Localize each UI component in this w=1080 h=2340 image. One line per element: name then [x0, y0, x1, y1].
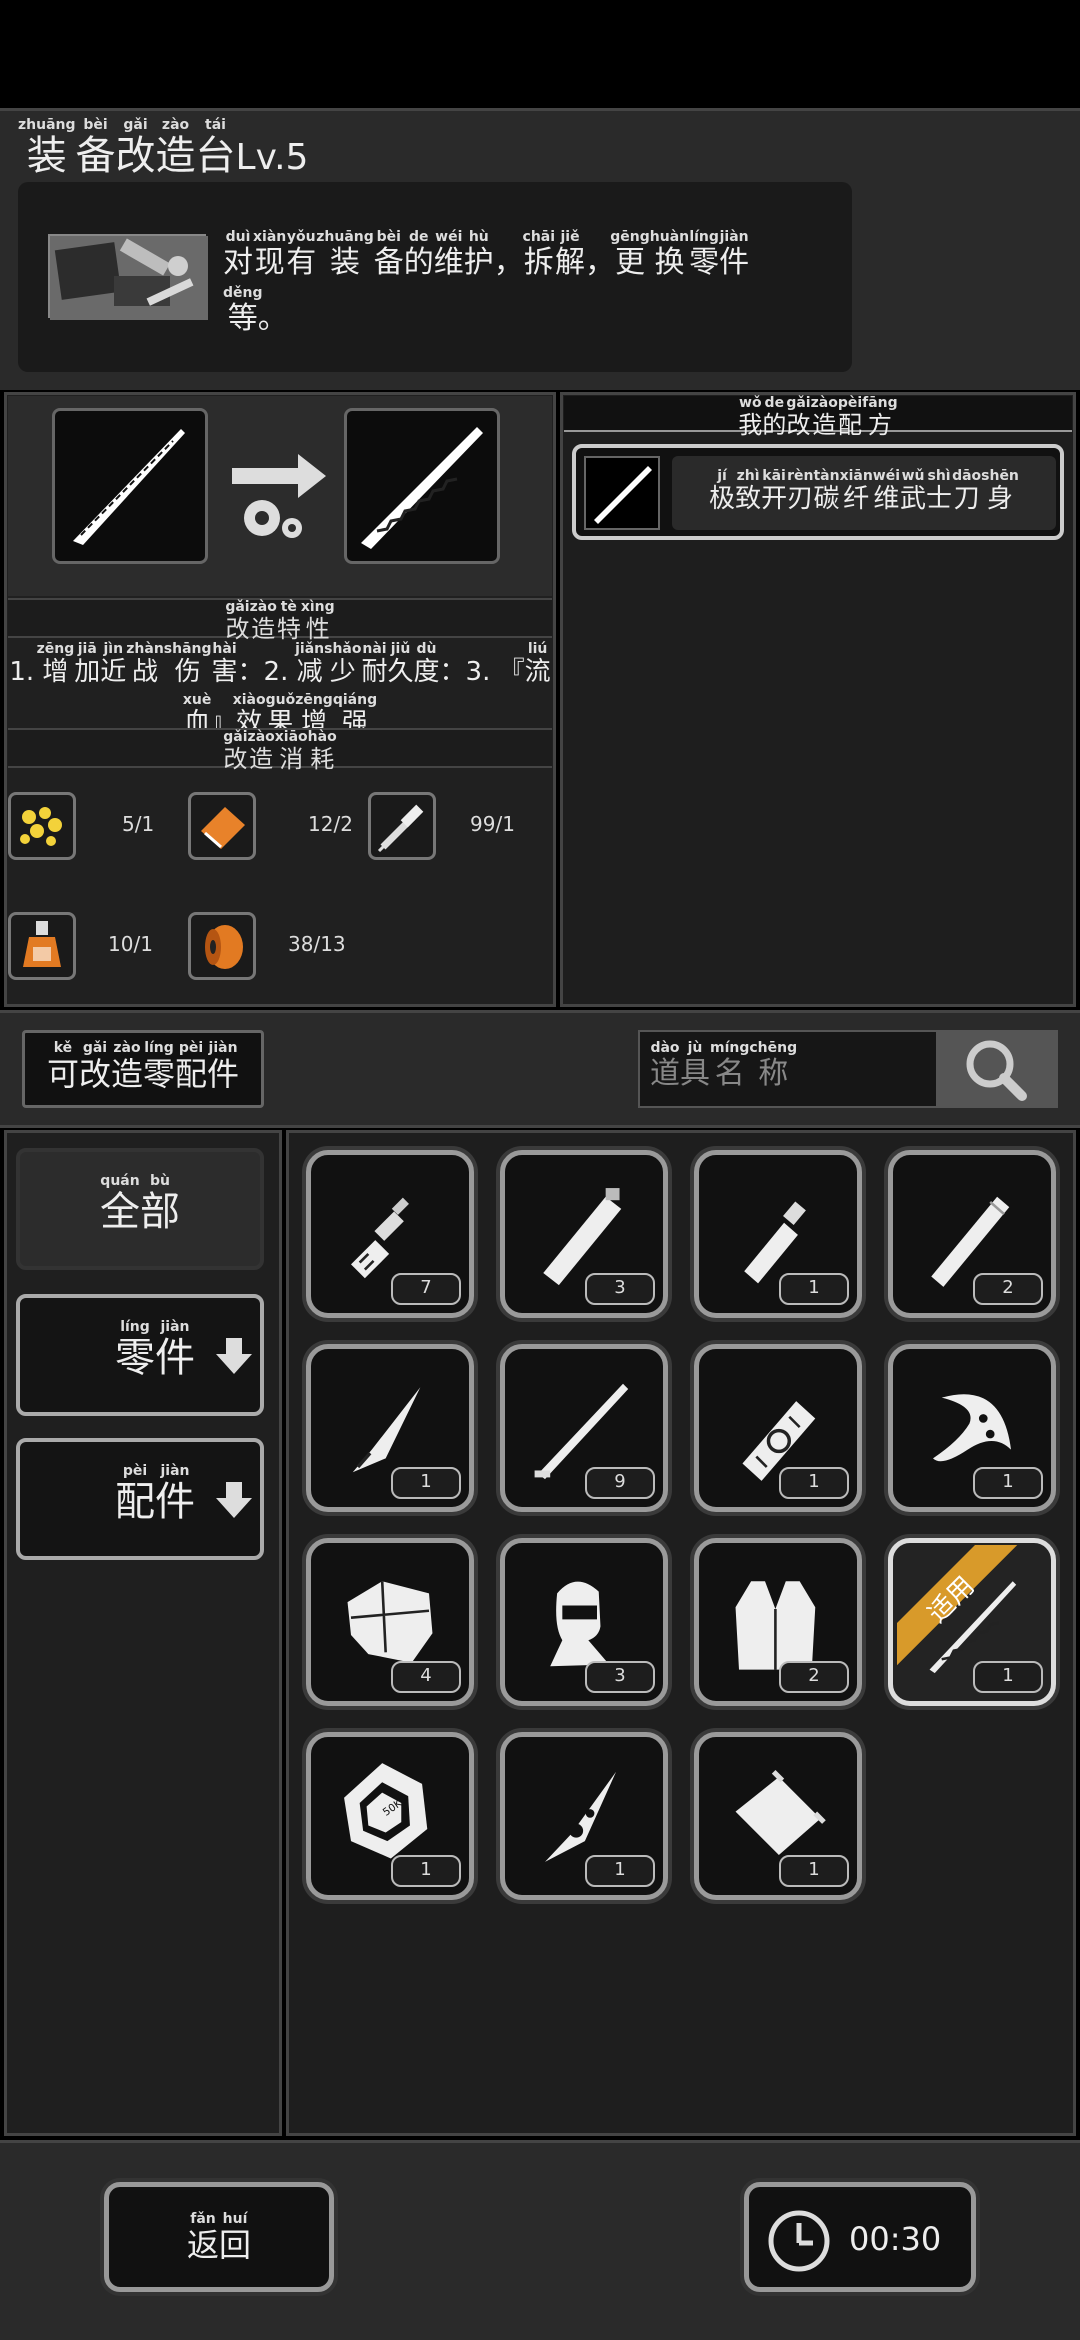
inventory-item[interactable]: 2	[694, 1538, 862, 1706]
category-label: 零líng件jiàn	[115, 1319, 195, 1381]
inventory-item[interactable]: 1	[500, 1732, 668, 1900]
category-accessories[interactable]: 配pèi件jiàn	[16, 1438, 264, 1560]
cost-value: 38/13	[288, 932, 346, 956]
recipe-blade-icon	[584, 456, 660, 530]
orange-book-icon	[188, 792, 256, 860]
item-count: 3	[585, 1661, 655, 1693]
category-all[interactable]: 全quán部bù	[16, 1148, 264, 1270]
inventory-item[interactable]: 1 适用	[888, 1538, 1056, 1706]
item-count: 2	[973, 1273, 1043, 1305]
item-count: 7	[391, 1273, 461, 1305]
inventory-item[interactable]: 1	[306, 1344, 474, 1512]
search-input[interactable]: 道dào具jù名míng称chēng	[638, 1030, 938, 1108]
category-label: 配pèi件jiàn	[115, 1463, 195, 1525]
gold-nuggets-icon	[8, 792, 76, 860]
inventory-item[interactable]: 9	[500, 1344, 668, 1512]
item-count: 1	[779, 1273, 849, 1305]
inventory-item[interactable]: 1	[694, 1150, 862, 1318]
category-parts[interactable]: 零líng件jiàn	[16, 1294, 264, 1416]
recipe-item[interactable]: 极jí致zhì开kāi刃rèn碳tàn纤xiān维wéi武wǔ士shì刀dāo身…	[572, 444, 1064, 540]
workbench-icon	[48, 234, 208, 320]
katana-blade-icon	[73, 429, 185, 545]
potion-bottle-icon	[8, 912, 76, 980]
arrow-down-icon	[214, 1336, 254, 1380]
upgraded-blade-icon	[361, 427, 483, 549]
item-count: 4	[391, 1661, 461, 1693]
item-count: 3	[585, 1273, 655, 1305]
item-count: 1	[779, 1467, 849, 1499]
arrow-down-icon	[214, 1480, 254, 1524]
item-count: 1	[779, 1855, 849, 1887]
inventory-item[interactable]: 2	[888, 1150, 1056, 1318]
inventory-item[interactable]: 1	[888, 1344, 1056, 1512]
recipe-title: 我wǒ的de改gǎi造zào配pèi方fāng	[564, 395, 1072, 439]
timer-text: 00:30	[849, 2220, 942, 2258]
cost-value: 12/2	[308, 812, 353, 836]
inventory-item[interactable]: 3	[500, 1150, 668, 1318]
traits-title: 改gǎi造zào特tè性xìng	[8, 598, 552, 643]
cost-value: 5/1	[122, 812, 155, 836]
back-button[interactable]: 返fǎn回huí	[104, 2182, 334, 2292]
item-count: 1	[585, 1855, 655, 1887]
item-count: 1	[391, 1855, 461, 1887]
category-sidebar	[4, 1130, 282, 2136]
cost-value: 10/1	[108, 932, 153, 956]
description-box: 对duì现xiàn有yǒu装zhuāng备bèi的de维wéi护hù，拆chāi…	[18, 182, 852, 372]
convert-arrow-icon	[232, 448, 328, 544]
recipe-name: 极jí致zhì开kāi刃rèn碳tàn纤xiān维wéi武wǔ士shì刀dāo身…	[672, 456, 1056, 530]
costs-title: 改gǎi造zào消xiāo耗hào	[8, 728, 552, 773]
cost-value: 99/1	[470, 812, 515, 836]
item-count: 2	[779, 1661, 849, 1693]
search-icon	[966, 1040, 1027, 1101]
inventory-item[interactable]: 50KG 1	[306, 1732, 474, 1900]
source-slot[interactable]	[52, 408, 208, 564]
modifiable-parts-label: 可kě改gǎi造zào零líng配pèi件jiàn	[22, 1030, 264, 1108]
search-button[interactable]	[936, 1030, 1058, 1108]
clock-icon	[768, 2210, 830, 2272]
inventory-item[interactable]: 3	[500, 1538, 668, 1706]
result-slot[interactable]	[344, 408, 500, 564]
item-count: 9	[585, 1467, 655, 1499]
inventory-item[interactable]: 1	[694, 1344, 862, 1512]
item-count: 1	[973, 1467, 1043, 1499]
page-title: 装zhuāng备bèi改gǎi造zào台táiLv.5	[18, 117, 309, 179]
inventory-item[interactable]: 7	[306, 1150, 474, 1318]
syringe-tool-icon	[368, 792, 436, 860]
description-text: 对duì现xiàn有yǒu装zhuāng备bèi的de维wéi护hù，拆chāi…	[223, 229, 750, 336]
timer-button[interactable]: 00:30	[744, 2182, 976, 2292]
inventory-item[interactable]: 4	[306, 1538, 474, 1706]
category-label: 全quán部bù	[100, 1173, 180, 1235]
orange-spool-icon	[188, 912, 256, 980]
item-count: 1	[391, 1467, 461, 1499]
inventory-item[interactable]: 1	[694, 1732, 862, 1900]
